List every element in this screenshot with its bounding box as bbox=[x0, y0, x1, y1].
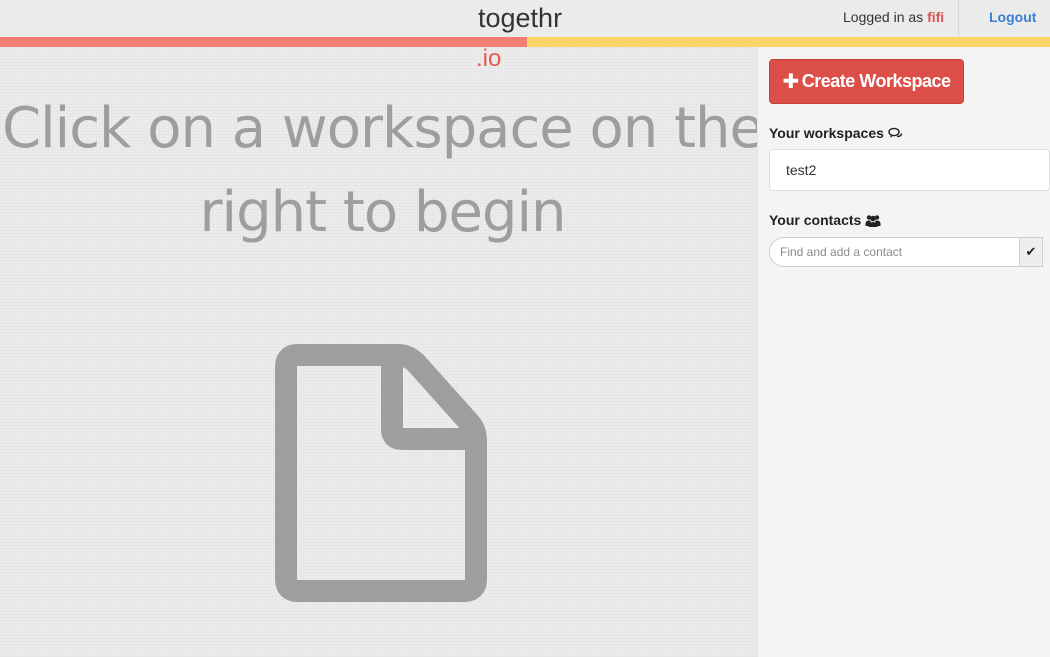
chat-bubbles-icon bbox=[888, 127, 903, 138]
contacts-label: Your contacts bbox=[769, 212, 862, 228]
brand-logo[interactable]: togethr bbox=[478, 4, 578, 32]
contact-submit-button[interactable]: ✔ bbox=[1019, 237, 1043, 267]
create-workspace-button[interactable]: ✚ Create Workspace bbox=[769, 59, 964, 104]
main-content: Click on a workspace on the right to beg… bbox=[0, 47, 764, 657]
users-icon bbox=[865, 214, 881, 227]
plus-icon: ✚ bbox=[782, 71, 799, 93]
logged-in-prefix: Logged in as bbox=[843, 9, 924, 25]
workspaces-heading: Your workspaces bbox=[769, 125, 903, 141]
workspaces-label: Your workspaces bbox=[769, 125, 884, 141]
create-workspace-label: Create Workspace bbox=[801, 71, 951, 91]
navbar-divider bbox=[958, 0, 959, 37]
empty-state-headline: Click on a workspace on the right to beg… bbox=[2, 96, 764, 245]
progress-bar-right bbox=[527, 37, 1050, 47]
contact-search-input[interactable] bbox=[769, 237, 1020, 267]
workspace-item-label: test2 bbox=[786, 162, 817, 178]
progress-bar-left bbox=[0, 37, 527, 47]
brand-logo-suffix: .io bbox=[476, 45, 502, 72]
contacts-heading: Your contacts bbox=[769, 212, 881, 228]
sidebar: ✚ Create Workspace Your workspaces test2… bbox=[757, 47, 1050, 657]
logout-link[interactable]: Logout bbox=[989, 9, 1036, 25]
check-icon: ✔ bbox=[1025, 244, 1037, 259]
username: fifi bbox=[927, 9, 945, 25]
top-navbar: togethr Logged in as fifi Logout bbox=[0, 0, 1050, 37]
workspace-item-test2[interactable]: test2 bbox=[769, 149, 1050, 191]
logged-in-status: Logged in as fifi bbox=[843, 9, 944, 25]
file-icon bbox=[275, 344, 487, 602]
